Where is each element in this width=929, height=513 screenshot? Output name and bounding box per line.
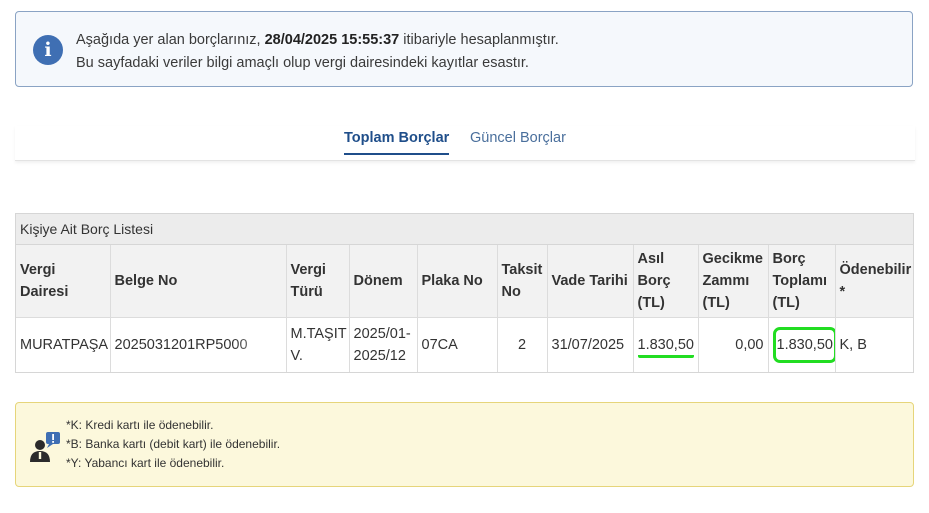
debt-list-panel: Kişiye Ait Borç Listesi Vergi Dairesi Be… xyxy=(15,213,914,373)
cell-vade-tarihi: 31/07/2025 xyxy=(547,317,634,372)
speaker-alert-icon xyxy=(30,432,60,462)
tab-toplam-borclar[interactable]: Toplam Borçlar xyxy=(344,130,450,155)
header-donem: Dönem xyxy=(349,245,418,318)
header-vade-tarihi: Vade Tarihi xyxy=(547,245,634,318)
tab-guncel-borclar[interactable]: Güncel Borçlar xyxy=(470,130,566,146)
info-line-2: Bu sayfadaki veriler bilgi amaçlı olup v… xyxy=(76,55,529,71)
cell-vergi-turu: M.TAŞIT V. xyxy=(286,317,350,372)
table-header-row: Vergi Dairesi Belge No Vergi Türü Dönem … xyxy=(16,245,913,318)
cell-odenebilir: K, B xyxy=(835,317,913,372)
info-line-1: Aşağıda yer alan borçlarınız, 28/04/2025… xyxy=(76,29,559,52)
note-y: *Y: Yabancı kart ile ödenebilir. xyxy=(66,456,225,470)
table-row: MURATPAŞA 2025031201RP5000 M.TAŞIT V. 20… xyxy=(16,317,913,372)
header-taksit-no: Taksit No xyxy=(497,245,548,318)
debt-tabs: Toplam Borçlar Güncel Borçlar xyxy=(15,126,915,161)
header-odenebilir: Ödenebilir * xyxy=(835,245,913,318)
info-line1-prefix: Aşağıda yer alan borçlarınız, xyxy=(76,32,261,48)
cell-borc-toplami: 1.830,50 xyxy=(768,317,836,372)
cell-donem: 2025/01-2025/12 xyxy=(349,317,418,372)
notes-list: *K: Kredi kartı ile ödenebilir. *B: Bank… xyxy=(66,416,280,473)
header-borc-toplami: Borç Toplamı (TL) xyxy=(768,245,836,318)
debt-list-caption: Kişiye Ait Borç Listesi xyxy=(16,214,913,245)
payment-notes: *K: Kredi kartı ile ödenebilir. *B: Bank… xyxy=(15,402,914,487)
info-icon: i xyxy=(33,35,63,65)
header-asil-borc: Asıl Borç (TL) xyxy=(633,245,699,318)
info-message: Aşağıda yer alan borçlarınız, 28/04/2025… xyxy=(76,29,559,75)
cell-asil-borc: 1.830,50 xyxy=(633,317,699,372)
debt-table: Vergi Dairesi Belge No Vergi Türü Dönem … xyxy=(16,245,913,372)
header-plaka-no: Plaka No xyxy=(417,245,498,318)
cell-belge-no: 2025031201RP5000 xyxy=(110,317,287,372)
asil-borc-value: 1.830,50 xyxy=(637,336,694,358)
header-vergi-turu: Vergi Türü xyxy=(286,245,350,318)
header-belge-no: Belge No xyxy=(110,245,287,318)
info-line1-suffix: itibariyle hesaplanmıştır. xyxy=(403,32,559,48)
cell-taksit-no: 2 xyxy=(497,317,548,372)
calculation-date: 28/04/2025 15:55:37 xyxy=(264,32,400,48)
note-k: *K: Kredi kartı ile ödenebilir. xyxy=(66,418,214,432)
cell-gecikme-zammi: 0,00 xyxy=(698,317,769,372)
note-b: *B: Banka kartı (debit kart) ile ödenebi… xyxy=(66,437,281,451)
cell-plaka-no: 07CA xyxy=(417,317,498,372)
header-vergi-dairesi: Vergi Dairesi xyxy=(16,245,111,318)
header-gecikme-zammi: Gecikme Zammı (TL) xyxy=(698,245,769,318)
borc-toplami-value: 1.830,50 xyxy=(772,326,834,363)
cell-vergi-dairesi: MURATPAŞA xyxy=(16,317,111,372)
info-alert: i Aşağıda yer alan borçlarınız, 28/04/20… xyxy=(15,11,913,87)
